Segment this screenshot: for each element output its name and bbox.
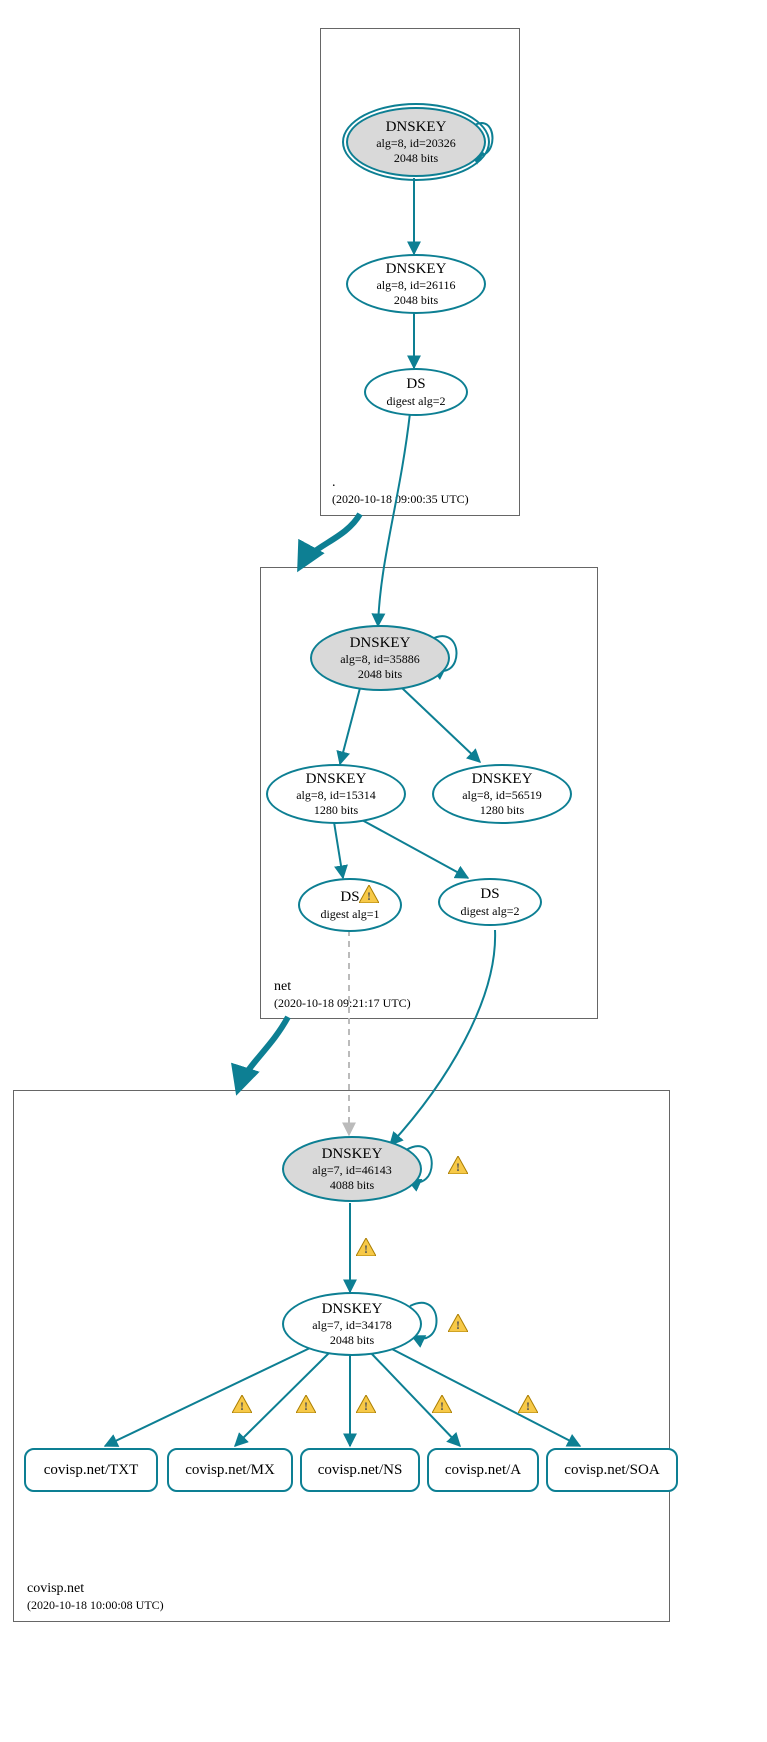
root-ds: DS digest alg=2	[364, 368, 468, 416]
rrset-ns: covisp.net/NS	[300, 1448, 420, 1492]
node-title: DNSKEY	[472, 770, 533, 789]
zone-name: covisp.net	[27, 1580, 164, 1598]
net-ksk-dnskey: DNSKEY alg=8, id=35886 2048 bits	[310, 625, 450, 691]
node-detail: 4088 bits	[330, 1178, 374, 1193]
rrset-txt: covisp.net/TXT	[24, 1448, 158, 1492]
zone-covisp-label: covisp.net (2020-10-18 10:00:08 UTC)	[27, 1580, 164, 1614]
node-detail: alg=8, id=15314	[296, 788, 376, 803]
node-title: DNSKEY	[322, 1300, 383, 1319]
zone-name: .	[332, 474, 469, 492]
node-title: DS	[480, 885, 499, 904]
net-ds-1: DS digest alg=1	[298, 878, 402, 932]
node-detail: alg=7, id=46143	[312, 1163, 392, 1178]
node-detail: alg=8, id=35886	[340, 652, 420, 667]
zone-net-label: net (2020-10-18 09:21:17 UTC)	[274, 978, 411, 1012]
node-detail: 2048 bits	[330, 1333, 374, 1348]
rrset-soa: covisp.net/SOA	[546, 1448, 678, 1492]
node-detail: alg=8, id=26116	[376, 278, 455, 293]
node-detail: digest alg=1	[320, 907, 379, 922]
rrset-label: covisp.net/A	[445, 1462, 521, 1479]
zone-timestamp: (2020-10-18 09:00:35 UTC)	[332, 492, 469, 508]
rrset-label: covisp.net/SOA	[564, 1462, 659, 1479]
zone-root-label: . (2020-10-18 09:00:35 UTC)	[332, 474, 469, 508]
net-ds-2: DS digest alg=2	[438, 878, 542, 926]
node-title: DNSKEY	[306, 770, 367, 789]
node-detail: alg=8, id=56519	[462, 788, 542, 803]
node-title: DNSKEY	[386, 118, 447, 137]
covisp-ksk-dnskey: DNSKEY alg=7, id=46143 4088 bits	[282, 1136, 422, 1202]
zone-timestamp: (2020-10-18 10:00:08 UTC)	[27, 1598, 164, 1614]
rrset-a: covisp.net/A	[427, 1448, 539, 1492]
rrset-label: covisp.net/MX	[185, 1462, 275, 1479]
node-detail: 2048 bits	[394, 151, 438, 166]
rrset-mx: covisp.net/MX	[167, 1448, 293, 1492]
node-detail: alg=7, id=34178	[312, 1318, 392, 1333]
rrset-label: covisp.net/TXT	[44, 1462, 139, 1479]
node-detail: 1280 bits	[480, 803, 524, 818]
node-detail: 2048 bits	[394, 293, 438, 308]
net-zsk-dnskey-2: DNSKEY alg=8, id=56519 1280 bits	[432, 764, 572, 824]
node-detail: 1280 bits	[314, 803, 358, 818]
zone-timestamp: (2020-10-18 09:21:17 UTC)	[274, 996, 411, 1012]
node-detail: digest alg=2	[386, 394, 445, 409]
covisp-zsk-dnskey: DNSKEY alg=7, id=34178 2048 bits	[282, 1292, 422, 1356]
node-title: DS	[406, 375, 425, 394]
node-detail: digest alg=2	[460, 904, 519, 919]
net-zsk-dnskey-1: DNSKEY alg=8, id=15314 1280 bits	[266, 764, 406, 824]
root-ksk-dnskey: DNSKEY alg=8, id=20326 2048 bits	[346, 107, 486, 177]
root-zsk-dnskey: DNSKEY alg=8, id=26116 2048 bits	[346, 254, 486, 314]
node-detail: 2048 bits	[358, 667, 402, 682]
node-title: DNSKEY	[350, 634, 411, 653]
node-title: DS	[340, 888, 359, 907]
zone-name: net	[274, 978, 411, 996]
node-title: DNSKEY	[386, 260, 447, 279]
node-detail: alg=8, id=20326	[376, 136, 456, 151]
node-title: DNSKEY	[322, 1145, 383, 1164]
rrset-label: covisp.net/NS	[318, 1462, 403, 1479]
